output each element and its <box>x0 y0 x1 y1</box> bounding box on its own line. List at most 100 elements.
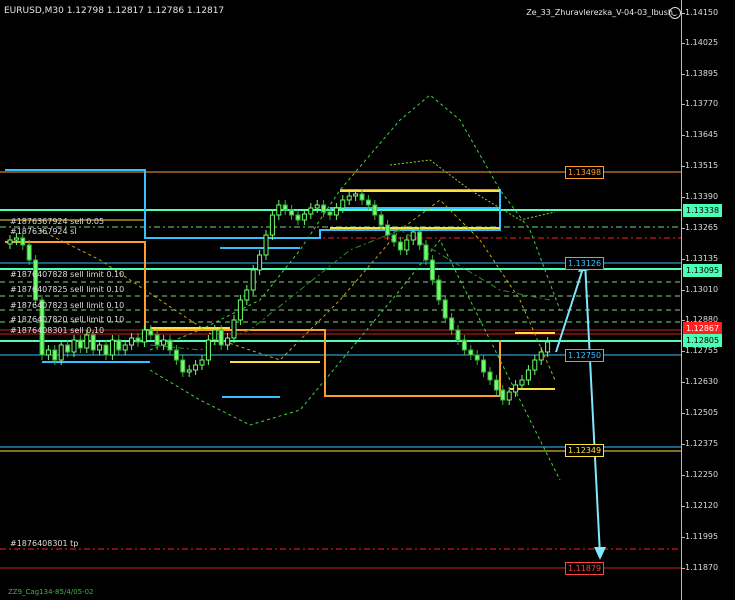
order-label: #1876407823 sell limit 0.10 <box>10 301 125 310</box>
footer-label: ZZ9_Cag134-85/4/05-02 <box>8 588 94 596</box>
candle-body <box>513 384 519 393</box>
candle-body <box>327 211 333 216</box>
price-tick-label: 1.13895 <box>685 69 719 78</box>
candle-body <box>449 317 455 331</box>
candle-body <box>353 193 359 197</box>
candle-body <box>212 329 218 341</box>
candle-body <box>500 389 506 401</box>
price-tick-label: 1.13390 <box>685 192 719 201</box>
candle-body <box>263 234 269 256</box>
price-level-box: 1.12750 <box>565 349 605 362</box>
price-level-box: 1.13095 <box>683 264 723 277</box>
symbol-title: EURUSD,M30 1.12798 1.12817 1.12786 1.128… <box>4 6 225 16</box>
candle-body <box>333 207 339 216</box>
price-level-box: 1.13338 <box>683 204 723 217</box>
price-level-box: 1.13498 <box>565 166 605 179</box>
candle-body <box>468 349 474 356</box>
candle-body <box>250 269 256 291</box>
order-label: #1876408301 sell 0.10 <box>10 326 105 335</box>
candle-body <box>301 213 307 221</box>
candle-body <box>135 337 141 343</box>
candle-body <box>321 204 327 213</box>
price-tick-label: 1.13645 <box>685 130 719 139</box>
envelope-upper <box>149 94 561 351</box>
candle-body <box>506 391 512 401</box>
price-tick-label: 1.13770 <box>685 99 719 108</box>
candle-body <box>71 339 77 353</box>
candle-body <box>231 319 237 339</box>
envelope-lower <box>149 239 561 481</box>
candle-body <box>7 239 13 245</box>
candle-body <box>167 339 173 351</box>
candle-body <box>65 344 71 353</box>
candle-body <box>116 339 122 351</box>
order-label: #1876407820 sell limit 0.10 <box>10 315 125 324</box>
candle-body <box>109 339 115 356</box>
candle-body <box>481 359 487 373</box>
candle-body <box>257 254 263 271</box>
candle-body <box>52 349 58 361</box>
candle-body <box>129 337 135 346</box>
candle-body <box>237 299 243 321</box>
price-level-box: 1.12349 <box>565 444 605 457</box>
candle-body <box>487 371 493 381</box>
price-tick-label: 1.14150 <box>685 8 719 17</box>
candle-body <box>205 339 211 361</box>
price-tick-label: 1.13010 <box>685 285 719 294</box>
candle-body <box>474 354 480 361</box>
candle-body <box>525 369 531 381</box>
ma-dashdot <box>149 229 551 351</box>
candle-body <box>385 224 391 236</box>
candle-body <box>26 244 32 261</box>
arrow-head <box>594 547 606 560</box>
candle-body <box>493 379 499 391</box>
indicator-name: Ze_33_Zhuravlerezka_V-04-03_Ibush <box>526 8 673 17</box>
price-tick-label: 1.12375 <box>685 439 719 448</box>
candle-body <box>346 195 352 201</box>
price-tick-label: 1.13265 <box>685 223 719 232</box>
candle-body <box>314 204 320 209</box>
candle-body <box>404 239 410 251</box>
candle-body <box>161 339 167 346</box>
price-tick-label: 1.12630 <box>685 377 719 386</box>
candle-body <box>455 329 461 341</box>
candle-body <box>225 337 231 346</box>
price-tick-label: 1.12250 <box>685 470 719 479</box>
price-chart[interactable] <box>0 0 681 600</box>
candle-body <box>45 349 51 356</box>
price-tick-label: 1.12755 <box>685 346 719 355</box>
candle-body <box>218 329 224 346</box>
candle-body <box>103 344 109 356</box>
order-label: #1876408301 tp <box>10 539 79 548</box>
candle-body <box>532 359 538 371</box>
price-level-box: 1.11879 <box>565 562 605 575</box>
candle-body <box>359 193 365 201</box>
candle-body <box>122 344 128 351</box>
candle-body <box>410 231 416 241</box>
price-tick-label: 1.11870 <box>685 563 719 572</box>
candle-body <box>199 359 205 366</box>
price-tick-label: 1.12505 <box>685 408 719 417</box>
candle-body <box>58 344 64 361</box>
candle-body <box>180 359 186 373</box>
candle-body <box>90 334 96 351</box>
order-label: #1876407828 sell limit 0.10 <box>10 270 125 279</box>
candle-body <box>244 289 250 301</box>
candle-body <box>141 329 147 343</box>
order-label: #1876407825 sell limit 0.10 <box>10 285 125 294</box>
candle-body <box>397 241 403 251</box>
projection-arrow <box>555 261 586 353</box>
candle-body <box>289 209 295 216</box>
price-tick-label: 1.14025 <box>685 38 719 47</box>
chart-window[interactable]: EURUSD,M30 1.12798 1.12817 1.12786 1.128… <box>0 0 735 600</box>
candle-body <box>13 237 19 241</box>
candle-body <box>423 244 429 261</box>
candle-body <box>282 204 288 211</box>
candle-body <box>545 341 551 353</box>
candle-body <box>20 237 26 246</box>
price-axis[interactable] <box>681 0 735 600</box>
price-tick-label: 1.11995 <box>685 532 719 541</box>
order-label: #1876367924 sell 0.05 <box>10 217 105 226</box>
candle-body <box>148 329 154 336</box>
candle-body <box>77 339 83 349</box>
